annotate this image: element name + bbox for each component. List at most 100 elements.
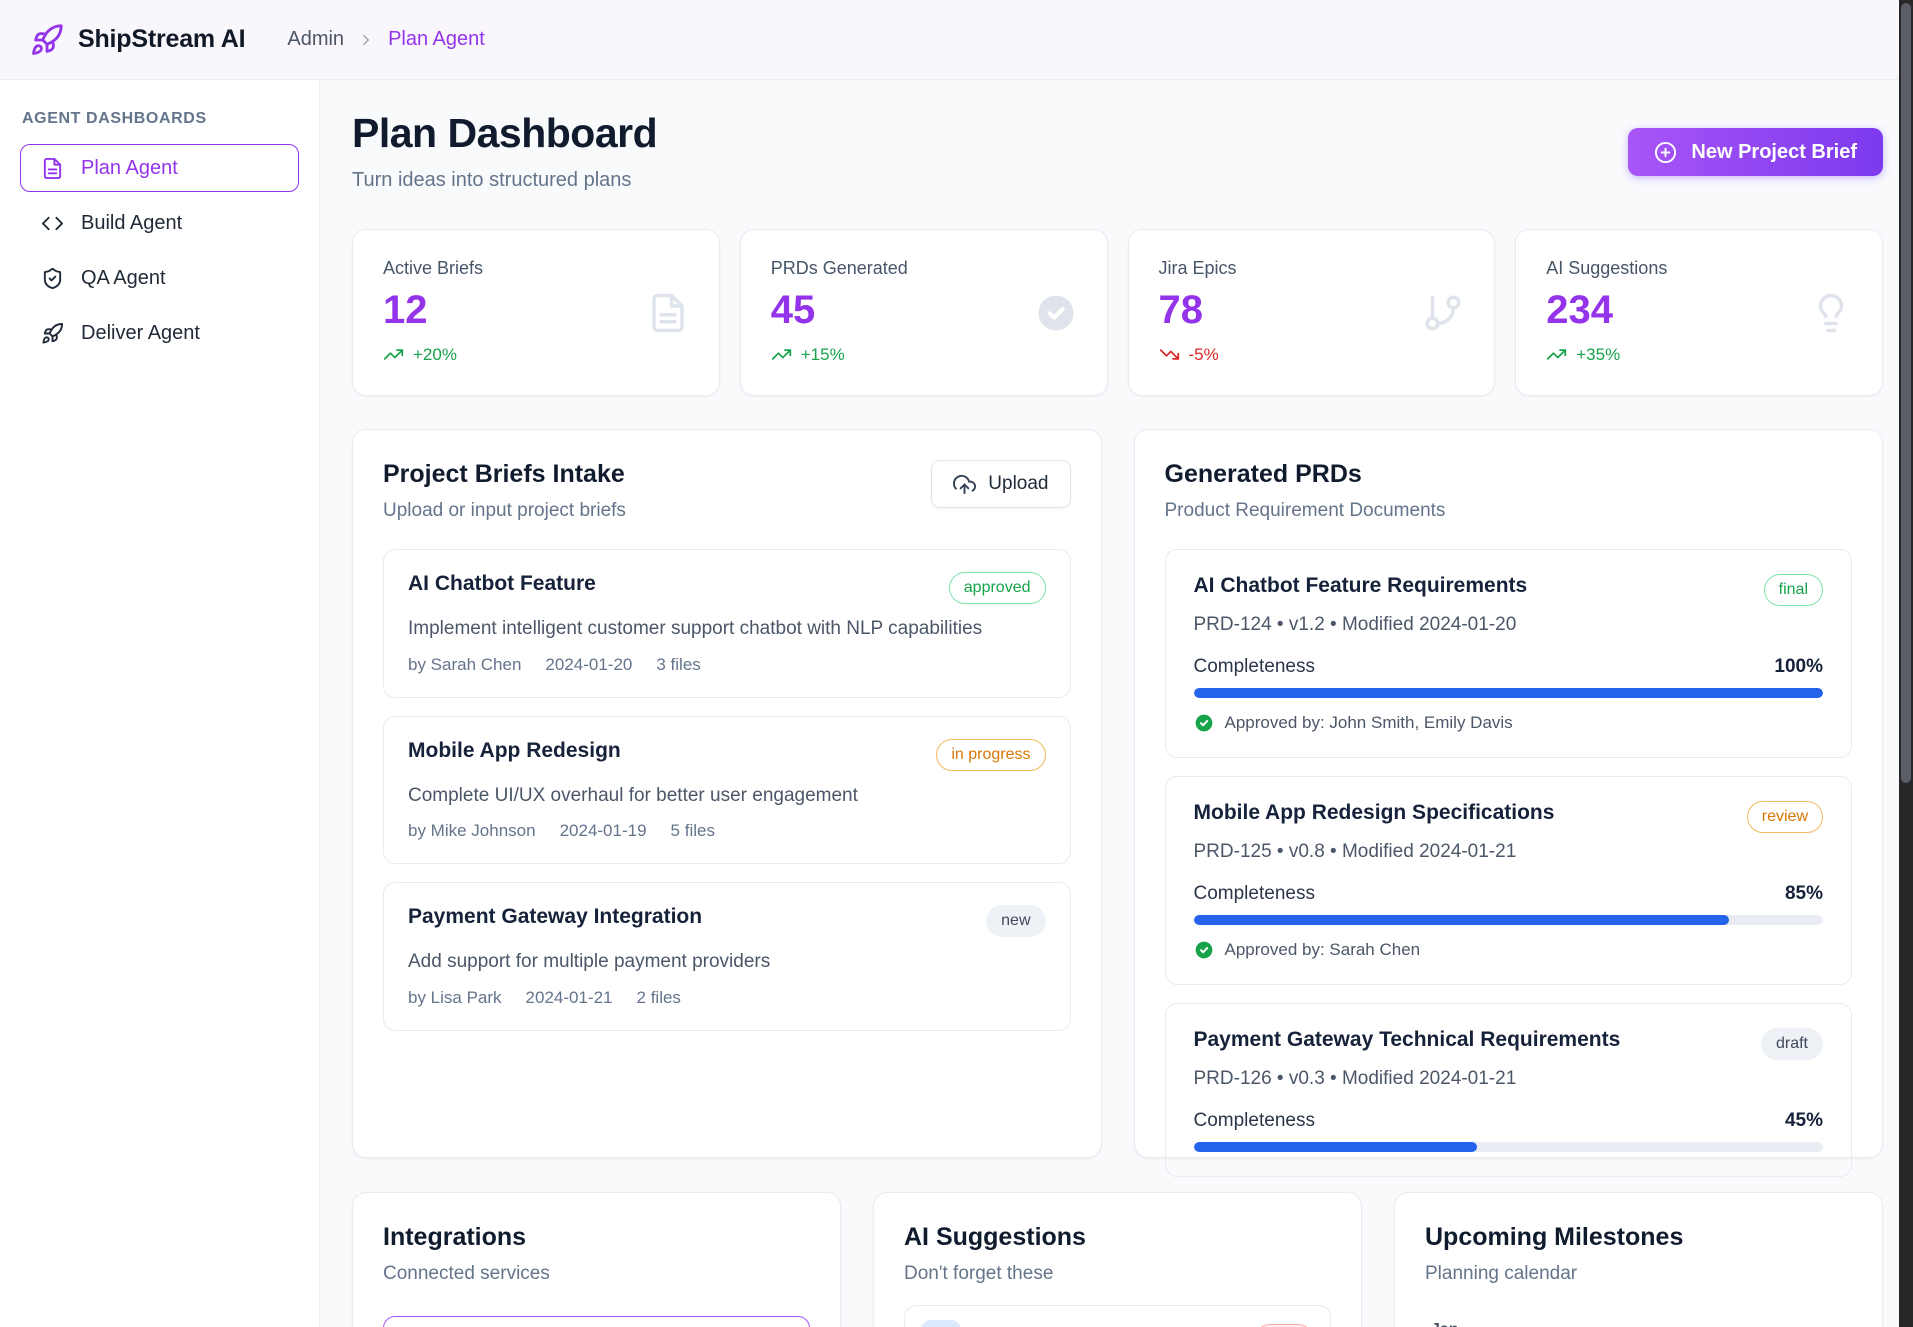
brief-card-header: Mobile App Redesign in progress [408,739,1046,771]
check-circle-icon [1194,940,1214,960]
sidebar-item-label: Deliver Agent [81,322,200,345]
integration-slot[interactable] [383,1316,810,1327]
brief-description: Add support for multiple payment provide… [408,949,988,976]
prd-card-header: Payment Gateway Technical Requirements d… [1194,1028,1824,1060]
brief-meta: by Sarah Chen 2024-01-20 3 files [408,655,1046,675]
prd-card-header: AI Chatbot Feature Requirements final [1194,574,1824,606]
stat-card: Jira Epics 78 -5% [1128,229,1496,396]
briefs-heading-block: Project Briefs Intake Upload or input pr… [383,460,626,522]
completeness-value: 100% [1774,656,1823,678]
brief-card[interactable]: Payment Gateway Integration new Add supp… [383,882,1071,1031]
sidebar-item-label: QA Agent [81,267,166,290]
suggestion-item[interactable]: Add offline mode support high [904,1305,1331,1327]
brief-card[interactable]: Mobile App Redesign in progress Complete… [383,716,1071,865]
rocket-icon [41,322,64,345]
suggestion-list: Add offline mode support high [904,1305,1331,1327]
stat-value: 45 [771,288,1077,333]
shield-check-icon [41,267,64,290]
scrollbar-thumb[interactable] [1901,3,1911,783]
brief-card-header: AI Chatbot Feature approved [408,572,1046,604]
scrollbar[interactable] [1899,0,1913,1327]
stat-card: PRDs Generated 45 +15% [740,229,1108,396]
rocket-logo-icon [30,23,64,57]
prd-card-header: Mobile App Redesign Specifications revie… [1194,801,1824,833]
brief-date: 2024-01-20 [545,655,632,675]
brief-card[interactable]: AI Chatbot Feature approved Implement in… [383,549,1071,698]
brief-files: 5 files [671,821,715,841]
stat-label: AI Suggestions [1546,258,1852,279]
main-content: Plan Dashboard Turn ideas into structure… [320,80,1899,1327]
completeness-row: Completeness 100% [1194,656,1824,678]
completeness-bar-fill [1194,915,1729,925]
prd-title: Payment Gateway Technical Requirements [1194,1028,1621,1052]
stat-value: 78 [1159,288,1465,333]
prds-title: Generated PRDs [1165,460,1853,489]
brief-author: by Mike Johnson [408,821,536,841]
integrations-title: Integrations [383,1223,810,1252]
stat-trend-value: -5% [1189,345,1219,365]
milestones-subtitle: Planning calendar [1425,1263,1852,1285]
file-text-icon [41,157,64,180]
prd-list: AI Chatbot Feature Requirements final PR… [1165,549,1853,1177]
stat-trend-value: +20% [413,345,457,365]
suggestions-subtitle: Don't forget these [904,1263,1331,1285]
integrations-panel: Integrations Connected services [352,1192,841,1327]
prd-meta: PRD-124 • v1.2 • Modified 2024-01-20 [1194,614,1824,636]
brand[interactable]: ShipStream AI [30,23,245,57]
status-badge: draft [1761,1028,1823,1060]
completeness-bar [1194,1142,1824,1152]
new-project-brief-button[interactable]: New Project Brief [1628,128,1883,176]
briefs-title: Project Briefs Intake [383,460,626,489]
sidebar-section-label: AGENT DASHBOARDS [20,110,299,128]
prd-meta: PRD-125 • v0.8 • Modified 2024-01-21 [1194,841,1824,863]
prd-meta: PRD-126 • v0.3 • Modified 2024-01-21 [1194,1068,1824,1090]
stat-value: 12 [383,288,689,333]
breadcrumb-admin[interactable]: Admin [287,28,344,51]
sidebar: AGENT DASHBOARDS Plan Agent Build Agent … [0,80,320,1327]
generated-prds-panel: Generated PRDs Product Requirement Docum… [1134,429,1884,1158]
upload-button-label: Upload [988,473,1048,495]
chevron-right-icon [357,31,375,49]
milestones-title: Upcoming Milestones [1425,1223,1852,1252]
prd-card[interactable]: Payment Gateway Technical Requirements d… [1165,1003,1853,1177]
completeness-value: 85% [1785,883,1823,905]
suggestion-icon [921,1320,961,1327]
brief-title: AI Chatbot Feature [408,572,596,596]
completeness-label: Completeness [1194,883,1315,905]
upload-button[interactable]: Upload [931,460,1070,508]
approved-by-text: Approved by: Sarah Chen [1225,940,1421,960]
top-header: ShipStream AI Admin Plan Agent [0,0,1913,80]
sidebar-item[interactable]: Build Agent [20,199,299,247]
status-badge: new [986,905,1045,937]
page-title: Plan Dashboard [352,110,657,157]
prd-card[interactable]: AI Chatbot Feature Requirements final PR… [1165,549,1853,758]
plus-circle-icon [1654,141,1677,164]
milestone-item[interactable]: Jan UX Review - Mobile App [1425,1309,1852,1327]
trending-up-icon [383,344,404,365]
sidebar-item[interactable]: QA Agent [20,254,299,302]
brief-author: by Sarah Chen [408,655,521,675]
brief-date: 2024-01-21 [526,988,613,1008]
sidebar-item[interactable]: Deliver Agent [20,309,299,357]
prd-card[interactable]: Mobile App Redesign Specifications revie… [1165,776,1853,985]
stat-label: PRDs Generated [771,258,1077,279]
trending-up-icon [771,344,792,365]
code-icon [41,212,64,235]
bottom-row: Integrations Connected services AI Sugge… [352,1192,1883,1327]
completeness-value: 45% [1785,1110,1823,1132]
completeness-row: Completeness 85% [1194,883,1824,905]
stat-value: 234 [1546,288,1852,333]
upload-cloud-icon [953,473,976,496]
brief-description: Complete UI/UX overhaul for better user … [408,783,988,810]
new-project-brief-label: New Project Brief [1691,141,1857,164]
sidebar-item-label: Build Agent [81,212,182,235]
prd-title: AI Chatbot Feature Requirements [1194,574,1528,598]
brief-files: 2 files [637,988,681,1008]
stat-card: Active Briefs 12 +20% [352,229,720,396]
milestones-panel: Upcoming Milestones Planning calendar Ja… [1394,1192,1883,1327]
sidebar-item[interactable]: Plan Agent [20,144,299,192]
breadcrumb-current[interactable]: Plan Agent [388,28,485,51]
prds-subtitle: Product Requirement Documents [1165,500,1853,522]
stat-trend: +20% [383,344,689,365]
trending-down-icon [1159,344,1180,365]
